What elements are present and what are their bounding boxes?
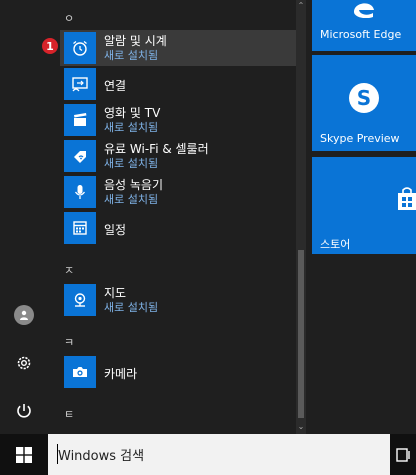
gear-icon [17,356,31,370]
app-item-camera[interactable]: 카메라 [60,354,296,390]
app-name: 일정 [104,223,127,237]
scroll-down-arrow-icon[interactable]: ⌄ [296,421,306,433]
section-header-o[interactable]: ㅇ [64,10,74,26]
edge-icon [354,3,374,18]
app-item-connect[interactable]: 연결 [60,66,296,102]
user-account-button[interactable] [0,295,48,335]
new-install-label: 새로 설치됨 [104,121,159,134]
tile-skype-preview[interactable]: S Skype Preview [312,55,416,151]
app-item-movies-tv[interactable]: 영화 및 TV 새로 설치됨 [60,102,296,138]
film-icon [64,104,96,136]
app-item-maps[interactable]: 지도 새로 설치됨 [60,282,296,318]
scroll-up-arrow-icon[interactable]: ⌃ [296,0,306,12]
connect-icon [64,68,96,100]
start-rail [0,0,48,434]
camera-icon [64,356,96,388]
new-install-label: 새로 설치됨 [104,193,159,206]
map-icon [64,284,96,316]
skype-icon: S [349,83,379,113]
user-icon [14,305,34,325]
task-view-button[interactable] [390,434,416,475]
alarm-clock-icon [64,32,96,64]
tile-microsoft-edge[interactable]: Microsoft Edge [312,0,416,51]
section-header-t[interactable]: ㅌ [64,406,74,422]
tile-label: Microsoft Edge [320,28,402,41]
app-item-calendar[interactable]: 일정 [60,210,296,246]
new-install-label: 새로 설치됨 [104,49,159,62]
new-install-label: 새로 설치됨 [104,301,159,314]
start-button[interactable] [0,434,48,475]
calendar-icon [64,212,96,244]
search-input[interactable]: Windows 검색 [58,445,144,464]
tile-area: Microsoft Edge S Skype Preview 스토어 [306,0,416,434]
taskbar: Windows 검색 [0,434,416,475]
app-item-voice-recorder[interactable]: 음성 녹음기 새로 설치됨 [60,174,296,210]
section-header-j[interactable]: ㅈ [64,262,74,278]
scrollbar-thumb[interactable] [298,250,304,418]
tile-label: 스토어 [320,238,351,251]
power-button[interactable] [0,391,48,431]
microphone-icon [64,176,96,208]
section-header-k[interactable]: ㅋ [64,334,74,350]
new-install-label: 새로 설치됨 [104,157,159,170]
app-list[interactable]: ㅇ 알람 및 시계 새로 설치됨 연결 영화 및 TV 새로 설치됨 유료 Wi… [48,0,296,434]
tile-label: Skype Preview [320,132,400,145]
store-bag-icon [398,187,416,210]
search-box[interactable]: Windows 검색 [48,434,390,475]
settings-button[interactable] [0,343,48,383]
app-item-paid-wifi[interactable]: 유료 Wi-Fi & 셀룰러 새로 설치됨 [60,138,296,174]
task-view-icon [396,447,410,462]
app-list-scrollbar[interactable]: ⌃ ⌄ [296,0,306,434]
step-number-badge: 1 [42,38,58,54]
windows-logo-icon [16,446,32,463]
power-icon [17,404,31,418]
app-name: 카메라 [104,367,138,381]
app-name: 연결 [104,79,127,93]
app-item-alarms[interactable]: 알람 및 시계 새로 설치됨 [60,30,296,66]
tile-store[interactable]: 스토어 [312,157,416,254]
wifi-tag-icon [64,140,96,172]
